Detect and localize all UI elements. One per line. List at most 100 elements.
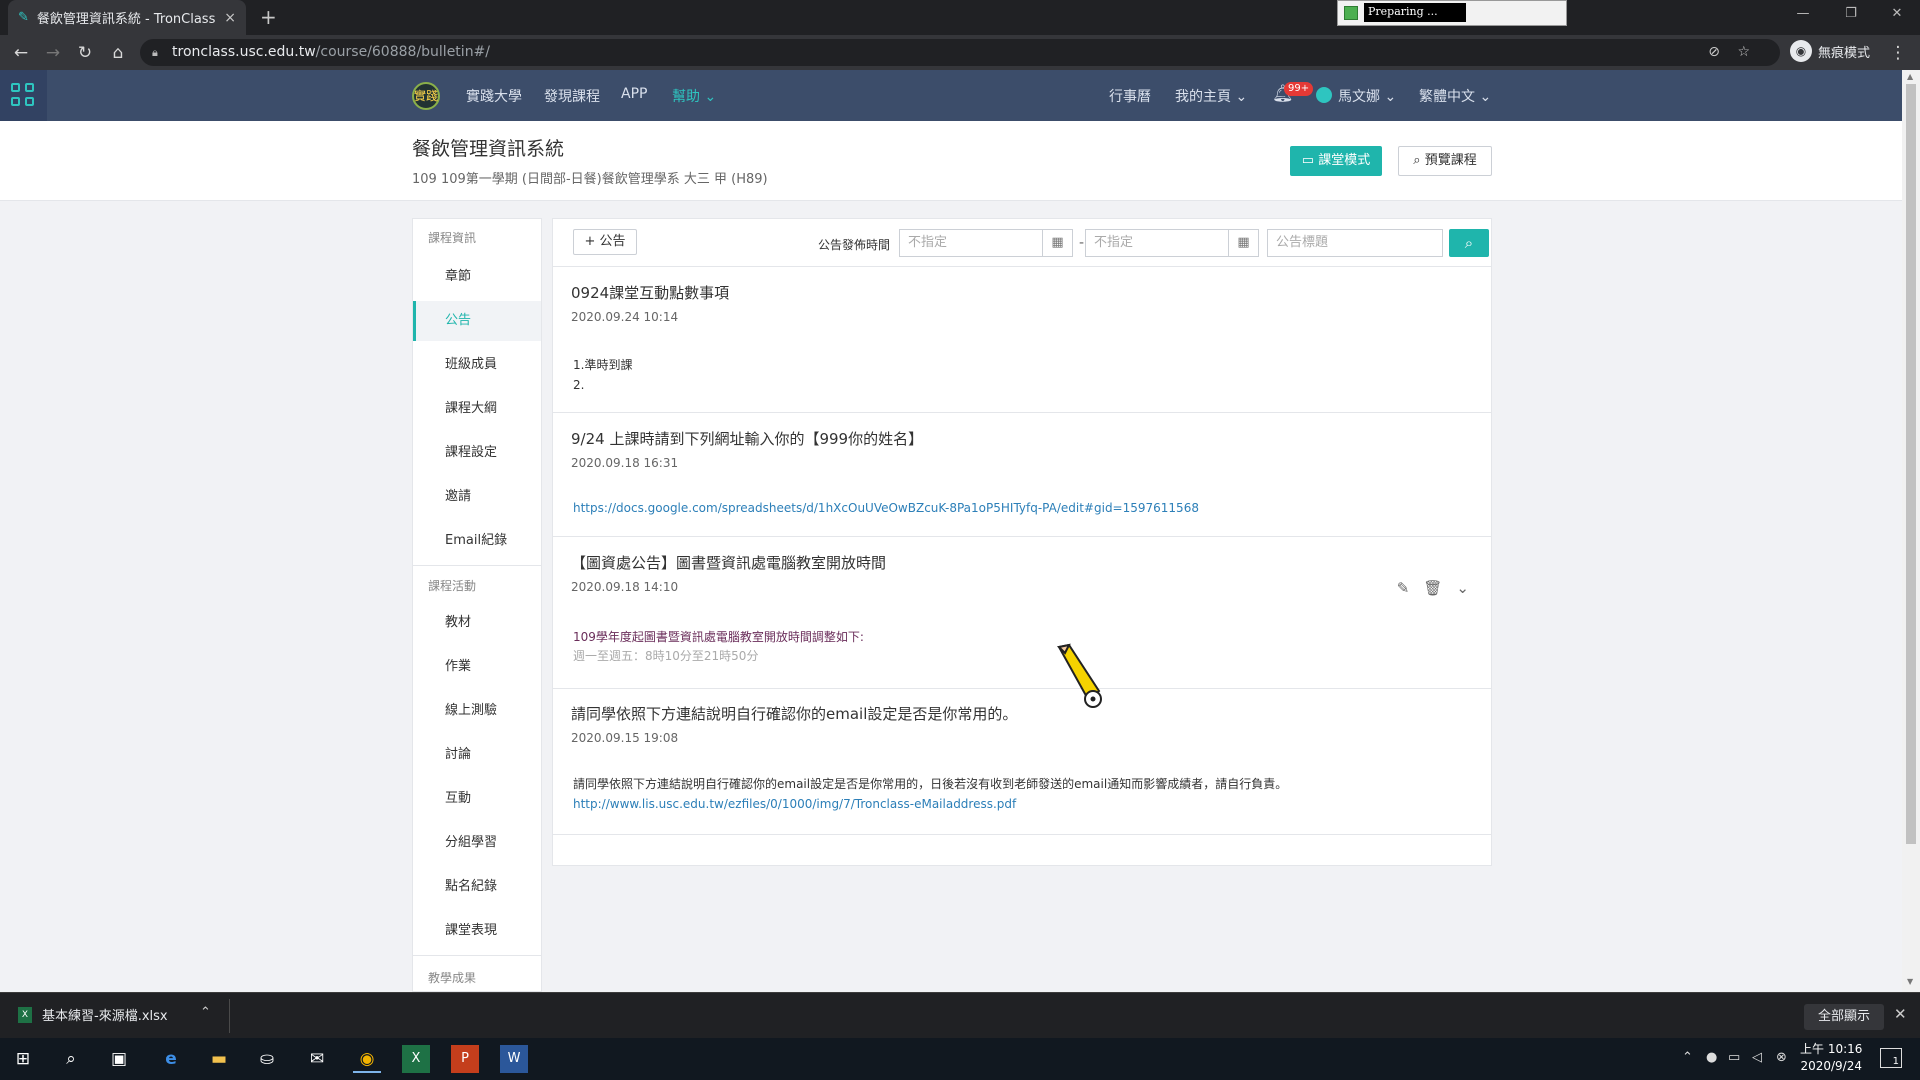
page-scrollbar[interactable]: ▲ ▼ (1902, 70, 1920, 992)
home-icon[interactable]: ⌂ (106, 41, 130, 65)
search-button[interactable]: ⌕ (1449, 229, 1489, 257)
reload-icon[interactable]: ↻ (73, 41, 97, 65)
bookmark-star-icon[interactable]: ☆ (1737, 39, 1750, 66)
avatar[interactable] (1316, 87, 1332, 103)
sidebar-item-syllabus[interactable]: 課程大綱 (413, 389, 541, 429)
sidebar-item-performance[interactable]: 課堂表現 (413, 911, 541, 951)
sidebar-item-materials[interactable]: 教材 (413, 603, 541, 643)
search-icon[interactable]: ⌕ (57, 1045, 85, 1073)
app-grid-icon[interactable] (0, 70, 47, 121)
trash-icon[interactable]: 🗑︎ (1423, 579, 1442, 597)
nav-link-calendar[interactable]: 行事曆 (1109, 86, 1151, 106)
forward-icon[interactable]: → (41, 41, 65, 65)
language-menu[interactable]: 繁體中文 ⌄ (1419, 86, 1491, 106)
chevron-up-icon[interactable]: ⌃ (1682, 1050, 1693, 1065)
browser-tab[interactable]: ✎ 餐飲管理資訊系統 - TronClass × (8, 0, 246, 35)
minimize-icon[interactable]: — (1780, 0, 1826, 30)
microphone-icon[interactable]: ● (1706, 1050, 1717, 1065)
window-close-icon[interactable]: ✕ (1874, 0, 1920, 30)
preview-course-button[interactable]: ⌕ 預覽課程 (1398, 146, 1492, 176)
edge-icon[interactable]: e (157, 1045, 185, 1073)
bulletin-body-line: 109學年度起圖書暨資訊處電腦教室開放時間調整如下: (573, 630, 864, 644)
word-icon[interactable]: W (500, 1045, 528, 1073)
notification-badge: 99+ (1284, 82, 1314, 96)
bulletin-item[interactable]: 【圖資處公告】圖書暨資訊處電腦教室開放時間 2020.09.18 14:10 ✎… (553, 537, 1491, 689)
sidebar-item-invite[interactable]: 邀請 (413, 477, 541, 517)
sidebar-item-homework[interactable]: 作業 (413, 647, 541, 687)
chevron-up-icon[interactable]: ⌃ (200, 1005, 211, 1020)
calendar-icon[interactable]: ▦ (1042, 230, 1072, 256)
bulletin-title[interactable]: 9/24 上課時請到下列網址輸入你的【999你的姓名】 (571, 428, 923, 449)
nav-link-discover-courses[interactable]: 發現課程 (544, 86, 600, 106)
bulletin-link[interactable]: https://docs.google.com/spreadsheets/d/1… (573, 501, 1199, 515)
edit-icon[interactable]: ✎ (1397, 579, 1410, 597)
scroll-down-icon[interactable]: ▼ (1907, 977, 1913, 986)
bulletin-title[interactable]: 請同學依照下方連結說明自行確認你的email設定是否是你常用的。 (571, 703, 1017, 724)
address-bar[interactable]: 🔒︎ tronclass.usc.edu.tw/course/60888/bul… (140, 39, 1780, 66)
add-bulletin-button[interactable]: + 公告 (573, 229, 637, 255)
store-icon[interactable]: ⛀ (253, 1045, 281, 1073)
sidebar-item-chapters[interactable]: 章節 (413, 257, 541, 297)
nav-link-university[interactable]: 實踐大學 (466, 86, 522, 106)
user-menu[interactable]: 馬文娜 ⌄ (1338, 86, 1396, 106)
bulletin-title[interactable]: 0924課堂互動點數事項 (571, 282, 729, 303)
chrome-icon[interactable]: ◉ (353, 1045, 381, 1073)
sidebar-item-group-learning[interactable]: 分組學習 (413, 823, 541, 863)
sidebar-item-email-log[interactable]: Email紀錄 (413, 521, 541, 561)
bulletin-item[interactable]: 9/24 上課時請到下列網址輸入你的【999你的姓名】 2020.09.18 1… (553, 413, 1491, 537)
back-icon[interactable]: ← (9, 41, 33, 65)
powerpoint-icon[interactable]: P (451, 1045, 479, 1073)
end-date-input[interactable]: 不指定 ▦ (1085, 229, 1259, 257)
network-icon[interactable]: ▭ (1728, 1050, 1740, 1065)
start-date-input[interactable]: 不指定 ▦ (899, 229, 1073, 257)
ime-icon[interactable]: ⊗ (1776, 1050, 1787, 1065)
sidebar-item-discussion[interactable]: 討論 (413, 735, 541, 775)
chat-icon: ▭ (1301, 153, 1315, 168)
recorder-widget: Preparing ... (1337, 0, 1567, 26)
restore-icon[interactable]: ❐ (1828, 0, 1874, 30)
incognito-indicator[interactable]: ◉ 無痕模式 (1790, 40, 1870, 62)
close-icon[interactable]: ✕ (1894, 1005, 1907, 1023)
sidebar-item-bulletin[interactable]: 公告 (413, 301, 541, 341)
calendar-icon[interactable]: ▦ (1228, 230, 1258, 256)
notification-center-icon[interactable]: 1 (1880, 1048, 1902, 1068)
sidebar-item-interaction[interactable]: 互動 (413, 779, 541, 819)
bulletin-title-search-input[interactable]: 公告標題 (1267, 229, 1443, 257)
start-date-placeholder: 不指定 (908, 235, 948, 250)
sidebar-item-attendance[interactable]: 點名紀錄 (413, 867, 541, 907)
volume-icon[interactable]: ◁ (1752, 1050, 1762, 1065)
nav-link-help[interactable]: 幫助 ⌄ (672, 86, 716, 106)
plus-icon: + (584, 234, 596, 249)
new-tab-button[interactable]: + (260, 5, 277, 29)
sidebar-item-settings[interactable]: 課程設定 (413, 433, 541, 473)
sidebar-item-members[interactable]: 班級成員 (413, 345, 541, 385)
bulletin-link[interactable]: http://www.lis.usc.edu.tw/ezfiles/0/1000… (573, 797, 1016, 811)
clock-time: 上午 10:16 (1800, 1042, 1863, 1056)
sidebar-item-online-quiz[interactable]: 線上測驗 (413, 691, 541, 731)
bulletin-item[interactable]: 請同學依照下方連結說明自行確認你的email設定是否是你常用的。 2020.09… (553, 689, 1491, 835)
task-view-icon[interactable]: ▣ (105, 1045, 133, 1073)
bulletin-body-line: 週一至週五：8時10分至21時50分 (573, 649, 759, 663)
school-logo[interactable]: 實踐 (412, 82, 440, 110)
scroll-up-icon[interactable]: ▲ (1907, 72, 1913, 81)
mail-icon[interactable]: ✉ (303, 1045, 331, 1073)
bulletin-item[interactable]: 0924課堂互動點數事項 2020.09.24 10:14 1.準時到課 2. (553, 267, 1491, 413)
nav-link-app[interactable]: APP (621, 86, 647, 102)
excel-icon[interactable]: X (402, 1045, 430, 1073)
chevron-down-icon: ⌄ (1384, 89, 1397, 105)
scrollbar-thumb[interactable] (1906, 84, 1916, 844)
incognito-icon: ◉ (1790, 40, 1812, 62)
file-explorer-icon[interactable]: ▬ (205, 1045, 233, 1073)
tab-close-icon[interactable]: × (224, 10, 236, 26)
eye-off-icon[interactable]: ⊘ (1708, 39, 1720, 66)
end-date-placeholder: 不指定 (1094, 235, 1134, 250)
bulletin-title[interactable]: 【圖資處公告】圖書暨資訊處電腦教室開放時間 (571, 552, 886, 573)
menu-kebab-icon[interactable]: ⋮ (1886, 41, 1910, 65)
windows-start-icon[interactable]: ⊞ (9, 1045, 37, 1073)
nav-my-home[interactable]: 我的主頁 ⌄ (1175, 86, 1247, 106)
chevron-down-icon[interactable]: ⌄ (1456, 579, 1469, 597)
classroom-mode-button[interactable]: ▭ 課堂模式 (1290, 146, 1382, 176)
system-clock[interactable]: 上午 10:16 2020/9/24 (1800, 1041, 1862, 1075)
show-all-downloads-button[interactable]: 全部顯示 (1804, 1004, 1884, 1030)
download-item[interactable]: X 基本練習-來源檔.xlsx (18, 1005, 168, 1024)
